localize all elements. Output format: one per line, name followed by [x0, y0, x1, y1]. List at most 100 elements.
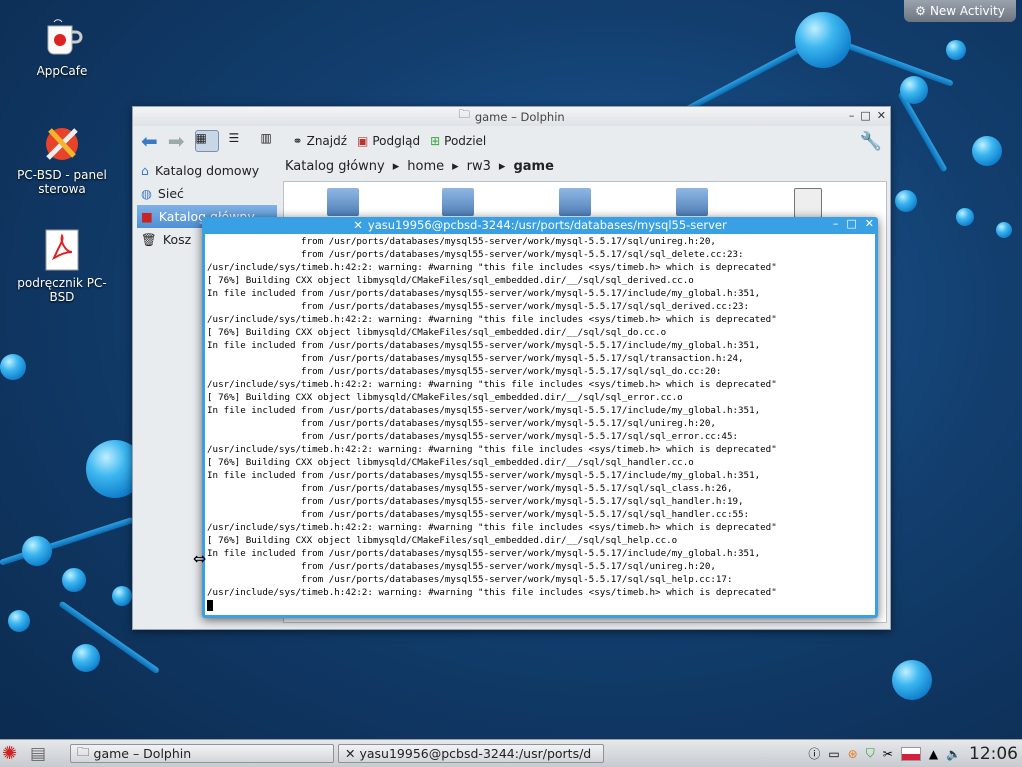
- binoculars-icon: ⚭: [292, 134, 303, 148]
- details-view-icon[interactable]: ☰: [229, 131, 251, 151]
- minimize-icon[interactable]: –: [833, 217, 839, 230]
- terminal-line: In file included from /usr/ports/databas…: [207, 470, 761, 481]
- breadcrumb-item[interactable]: home: [407, 159, 444, 174]
- terminal-line: from /usr/ports/databases/mysql55-server…: [207, 249, 744, 260]
- task-label: game – Dolphin: [93, 746, 192, 761]
- terminal-line: /usr/include/sys/timeb.h:42:2: warning: …: [207, 522, 777, 533]
- molecule-sphere: [956, 208, 974, 226]
- folder-link-icon[interactable]: [442, 188, 474, 216]
- desktop-icon-appcafe[interactable]: AppCafe: [14, 16, 110, 78]
- dolphin-toolbar: ⬅ ➡ ▦ ☰ ▥ ⚭ Znajdź ▣ Podgląd ⊞ Podziel 🔧: [133, 126, 890, 156]
- flag-icon[interactable]: [900, 746, 921, 761]
- desktop-icon-control-panel[interactable]: PC-BSD - panel sterowa: [14, 120, 110, 196]
- trash-icon: 🗑: [141, 231, 157, 247]
- terminal-cursor: [207, 600, 213, 611]
- wrench-settings-icon[interactable]: 🔧: [860, 131, 882, 152]
- root-folder-icon: ■: [141, 209, 153, 224]
- terminal-line: from /usr/ports/databases/mysql55-server…: [207, 301, 750, 312]
- breadcrumb-item[interactable]: Katalog główny: [285, 159, 385, 174]
- terminal-line: from /usr/ports/databases/mysql55-server…: [207, 366, 722, 377]
- icons-view-icon[interactable]: ▦: [194, 130, 219, 152]
- molecule-sphere: [72, 644, 100, 672]
- chevron-up-icon[interactable]: ▲: [929, 747, 938, 761]
- terminal-line: from /usr/ports/databases/mysql55-server…: [207, 509, 750, 520]
- terminal-line: [ 76%] Building CXX object libmysqld/CMa…: [207, 392, 683, 403]
- terminal-line: from /usr/ports/databases/mysql55-server…: [207, 353, 744, 364]
- clock[interactable]: 12:06: [969, 744, 1018, 764]
- breadcrumb-item[interactable]: rw3: [467, 159, 491, 174]
- coffee-cup-icon: [40, 16, 84, 60]
- lifebuoy-icon[interactable]: ⊛: [848, 747, 858, 761]
- preview-button[interactable]: ▣ Podgląd: [357, 134, 420, 148]
- activity-icon: ⚙: [915, 4, 926, 18]
- resize-cursor-icon: ⇔: [193, 549, 207, 568]
- molecule-sphere: [795, 12, 851, 68]
- breadcrumb-current[interactable]: game: [513, 159, 553, 174]
- chevron-right-icon: ▸: [392, 159, 400, 174]
- terminal-line: /usr/include/sys/timeb.h:42:2: warning: …: [207, 379, 777, 390]
- terminal-screen[interactable]: from /usr/ports/databases/mysql55-server…: [205, 234, 875, 615]
- preview-label: Podgląd: [372, 134, 421, 148]
- tools-icon: [40, 120, 84, 164]
- dolphin-titlebar[interactable]: 🗀 game – Dolphin – □ ✕: [133, 107, 890, 126]
- sidebar-item-label: Katalog domowy: [154, 163, 260, 178]
- terminal-window[interactable]: ✕ yasu19956@pcbsd-3244:/usr/ports/databa…: [202, 217, 878, 618]
- maximize-icon[interactable]: □: [860, 109, 870, 122]
- window-title: game – Dolphin: [474, 109, 565, 124]
- terminal-line: In file included from /usr/ports/databas…: [207, 340, 761, 351]
- terminal-line: from /usr/ports/databases/mysql55-server…: [207, 431, 739, 442]
- terminal-line: [ 76%] Building CXX object libmysqld/CMa…: [207, 327, 667, 338]
- sidebar-item-home[interactable]: ⌂ Katalog domowy: [137, 159, 277, 182]
- terminal-app-icon: ✕: [353, 218, 363, 232]
- task-dolphin[interactable]: 🗀 game – Dolphin: [70, 744, 334, 763]
- chevron-right-icon: ▸: [498, 159, 506, 174]
- task-terminal[interactable]: ✕ yasu19956@pcbsd-3244:/usr/ports/d: [338, 744, 604, 763]
- info-icon[interactable]: ⓘ: [808, 745, 820, 762]
- folder-link-icon[interactable]: [559, 188, 591, 216]
- sidebar-item-network[interactable]: ◍ Sieć: [137, 182, 277, 205]
- terminal-script-icon[interactable]: [794, 188, 822, 218]
- back-arrow-icon[interactable]: ⬅: [141, 129, 158, 153]
- folder-link-icon[interactable]: [327, 188, 359, 216]
- home-icon: ⌂: [141, 163, 149, 178]
- find-label: Znajdź: [306, 134, 348, 148]
- shield-icon[interactable]: ⛉: [866, 746, 875, 761]
- terminal-line: In file included from /usr/ports/databas…: [207, 288, 761, 299]
- molecule-sphere: [972, 136, 1002, 166]
- sidebar-item-label: Sieć: [157, 186, 184, 201]
- molecule-sphere: [892, 660, 932, 700]
- minimize-icon[interactable]: –: [849, 109, 855, 122]
- terminal-line: /usr/include/sys/timeb.h:42:2: warning: …: [207, 587, 777, 598]
- volume-icon[interactable]: 🔈: [946, 747, 961, 761]
- terminal-titlebar[interactable]: ✕ yasu19956@pcbsd-3244:/usr/ports/databa…: [202, 217, 878, 233]
- window-title: yasu19956@pcbsd-3244:/usr/ports/database…: [367, 218, 727, 232]
- scissors-icon[interactable]: ✂: [883, 747, 893, 761]
- molecule-sphere: [112, 586, 132, 606]
- new-activity-label: New Activity: [929, 4, 1005, 18]
- terminal-line: [ 76%] Building CXX object libmysqld/CMa…: [207, 535, 678, 546]
- terminal-output: from /usr/ports/databases/mysql55-server…: [205, 234, 875, 613]
- folder-icon[interactable]: [676, 188, 708, 216]
- desktop-icon-handbook[interactable]: podręcznik PC-BSD: [14, 228, 110, 304]
- network-icon[interactable]: ▭: [828, 747, 839, 761]
- terminal-line: [ 76%] Building CXX object libmysqld/CMa…: [207, 457, 694, 468]
- molecule-sphere: [996, 222, 1012, 238]
- columns-view-icon[interactable]: ▥: [261, 131, 283, 151]
- terminal-line: from /usr/ports/databases/mysql55-server…: [207, 574, 733, 585]
- desktop-icon-label: podręcznik PC-BSD: [17, 276, 107, 304]
- pager-icon[interactable]: ▤: [30, 744, 46, 764]
- split-button[interactable]: ⊞ Podziel: [430, 134, 486, 148]
- close-icon[interactable]: ✕: [877, 109, 886, 122]
- molecule-bond: [897, 91, 948, 173]
- system-tray: ⓘ ▭ ⊛ ⛉ ✂ ▲ 🔈 12:06: [808, 740, 1022, 767]
- maximize-icon[interactable]: □: [846, 217, 856, 230]
- terminal-line: from /usr/ports/databases/mysql55-server…: [207, 496, 744, 507]
- terminal-line: In file included from /usr/ports/databas…: [207, 548, 761, 559]
- start-menu-icon[interactable]: ✺: [2, 743, 17, 764]
- forward-arrow-icon[interactable]: ➡: [168, 129, 185, 153]
- terminal-line: In file included from /usr/ports/databas…: [207, 405, 761, 416]
- find-button[interactable]: ⚭ Znajdź: [293, 134, 348, 148]
- new-activity-button[interactable]: ⚙ New Activity: [904, 0, 1016, 22]
- close-icon[interactable]: ✕: [865, 217, 874, 230]
- desktop-icon-label: PC-BSD - panel sterowa: [17, 168, 107, 196]
